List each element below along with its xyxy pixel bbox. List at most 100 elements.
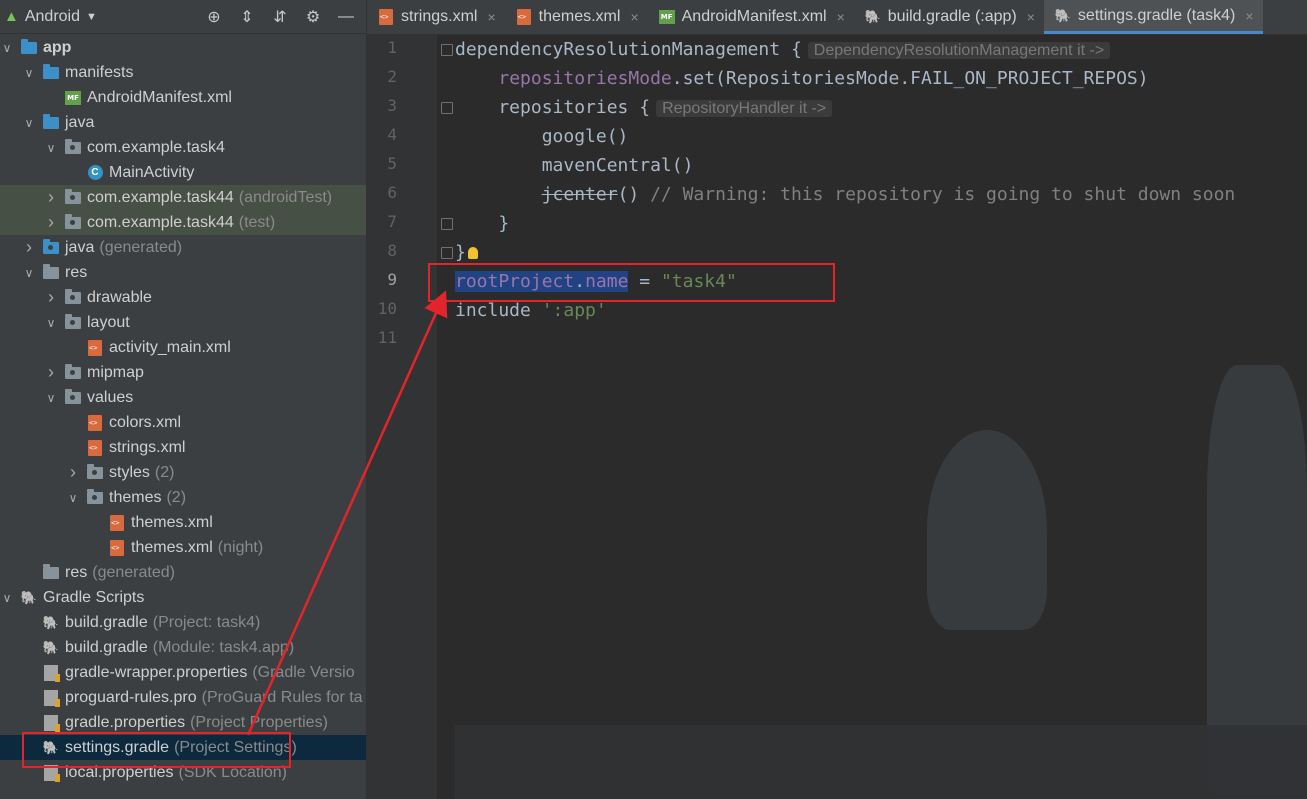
chevron-right-icon[interactable]: ›: [44, 187, 58, 208]
line-number: 7: [387, 212, 397, 231]
tree-item[interactable]: ∨ app: [0, 35, 366, 60]
project-view-selector[interactable]: ▲ Android ▼: [4, 8, 97, 26]
editor-tab[interactable]: themes.xml ×: [505, 0, 648, 34]
lightbulb-icon[interactable]: [467, 247, 478, 259]
fold-marker-icon[interactable]: [441, 102, 453, 114]
code-token: // Warning: this repository is going to …: [650, 184, 1236, 205]
collapse-all-icon[interactable]: ⇵: [270, 7, 290, 27]
chevron-down-icon[interactable]: ∨: [22, 116, 36, 130]
package-icon-glyph: [65, 388, 81, 404]
line-number: 9: [387, 270, 397, 289]
chevron-down-icon[interactable]: ∨: [66, 491, 80, 505]
close-icon[interactable]: ×: [630, 9, 638, 25]
tree-item[interactable]: › java (generated): [0, 235, 366, 260]
tree-item[interactable]: ›activity_main.xml: [0, 335, 366, 360]
tree-item[interactable]: ›🐘build.gradle(Project: task4): [0, 610, 366, 635]
xml-file-icon: [86, 339, 104, 356]
tree-item[interactable]: ∨ layout: [0, 310, 366, 335]
chevron-down-icon[interactable]: ∨: [44, 316, 58, 330]
tree-item-label: res: [65, 263, 88, 281]
tree-item[interactable]: › mipmap: [0, 360, 366, 385]
manifest-file-icon: MF: [64, 90, 82, 106]
fold-marker-icon[interactable]: [441, 218, 453, 230]
fold-marker-icon[interactable]: [441, 44, 453, 56]
line-number: 2: [387, 67, 397, 86]
generated-folder-icon: [42, 238, 60, 256]
tree-item[interactable]: ›proguard-rules.pro(ProGuard Rules for t…: [0, 685, 366, 710]
package-icon: [64, 363, 82, 381]
close-icon[interactable]: ×: [837, 9, 845, 25]
close-icon[interactable]: ×: [1245, 8, 1253, 24]
chevron-down-icon[interactable]: ∨: [44, 391, 58, 405]
fold-marker-icon[interactable]: [441, 247, 453, 259]
chevron-right-icon[interactable]: ›: [44, 212, 58, 233]
tree-item[interactable]: › com.example.task44 (test): [0, 210, 366, 235]
line-number: 11: [377, 328, 397, 347]
tree-item-label: com.example.task4: [87, 138, 225, 156]
editor-tab[interactable]: 🐘 settings.gradle (task4) ×: [1043, 0, 1263, 34]
tree-item[interactable]: › com.example.task44 (androidTest): [0, 185, 366, 210]
gear-icon[interactable]: ⚙: [303, 7, 323, 27]
editor-tab-label: settings.gradle (task4): [1077, 6, 1236, 24]
chevron-down-icon[interactable]: ∨: [22, 266, 36, 280]
code-token: ':app': [541, 300, 607, 321]
gradle-icon: 🐘: [864, 9, 882, 25]
close-icon[interactable]: ×: [1027, 9, 1035, 25]
tree-item[interactable]: ∨ com.example.task4: [0, 135, 366, 160]
tree-item[interactable]: ∨ res: [0, 260, 366, 285]
tree-item[interactable]: ∨ 🐘 Gradle Scripts: [0, 585, 366, 610]
package-icon: [64, 313, 82, 331]
expand-all-icon[interactable]: ⇕: [237, 7, 257, 27]
tree-item[interactable]: ∨ values: [0, 385, 366, 410]
xml-file-icon: [108, 514, 126, 531]
tree-item[interactable]: ›MFAndroidManifest.xml: [0, 85, 366, 110]
properties-file-icon: [42, 689, 60, 707]
tree-item[interactable]: ›res(generated): [0, 560, 366, 585]
tree-item-label: proguard-rules.pro: [65, 688, 197, 706]
close-icon[interactable]: ×: [487, 9, 495, 25]
package-icon-glyph: [65, 138, 81, 154]
tree-item[interactable]: ∨ java: [0, 110, 366, 135]
tree-item[interactable]: › drawable: [0, 285, 366, 310]
tree-item[interactable]: ›🐘build.gradle(Module: task4.app): [0, 635, 366, 660]
editor-tab[interactable]: MF AndroidManifest.xml ×: [648, 0, 854, 34]
chevron-right-icon[interactable]: ›: [44, 287, 58, 308]
package-icon-glyph: [65, 188, 81, 204]
tree-item-label: drawable: [87, 288, 152, 306]
chevron-right-icon[interactable]: ›: [44, 362, 58, 383]
tree-item[interactable]: ∨ manifests: [0, 60, 366, 85]
tree-item[interactable]: › styles (2): [0, 460, 366, 485]
chevron-down-icon[interactable]: ∨: [0, 591, 14, 605]
tree-item[interactable]: ›themes.xml(night): [0, 535, 366, 560]
chevron-right-icon[interactable]: ›: [22, 237, 36, 258]
code-token: repositories {: [455, 97, 651, 118]
chevron-down-icon[interactable]: ∨: [0, 41, 14, 55]
tree-item[interactable]: ›strings.xml: [0, 435, 366, 460]
folder-icon-glyph: [43, 113, 59, 129]
tree-item[interactable]: ∨ themes (2): [0, 485, 366, 510]
tree-item[interactable]: ›colors.xml: [0, 410, 366, 435]
editor-tab[interactable]: strings.xml ×: [367, 0, 505, 34]
gradle-icon-glyph: 🐘: [1054, 7, 1072, 23]
tree-item[interactable]: ›themes.xml: [0, 510, 366, 535]
hide-panel-icon[interactable]: —: [336, 7, 356, 27]
xml-file-icon: [108, 539, 126, 556]
tree-item-label: build.gradle: [65, 613, 148, 631]
editor-tab[interactable]: 🐘 build.gradle (:app) ×: [854, 0, 1044, 34]
tree-item[interactable]: ›CMainActivity: [0, 160, 366, 185]
code-editor[interactable]: 1 2 3 4 5 6 7 8 9 10 11 dependencyResolutionManage…: [367, 35, 1307, 799]
android-icon: ▲: [4, 8, 19, 25]
tree-item-label: res: [65, 563, 88, 581]
tree-item[interactable]: ›gradle-wrapper.properties(Gradle Versio: [0, 660, 366, 685]
tree-item-hint: (ProGuard Rules for ta: [201, 688, 363, 706]
chevron-right-icon[interactable]: ›: [66, 462, 80, 483]
package-icon: [64, 138, 82, 156]
code-token: dependencyResolutionManagement {: [455, 39, 802, 60]
chevron-down-icon: ▼: [86, 10, 97, 23]
chevron-down-icon[interactable]: ∨: [44, 141, 58, 155]
tree-item-label: build.gradle: [65, 638, 148, 656]
chevron-down-icon[interactable]: ∨: [22, 66, 36, 80]
editor-tab-label: AndroidManifest.xml: [681, 8, 827, 25]
locate-file-icon[interactable]: ⊕: [204, 7, 224, 27]
